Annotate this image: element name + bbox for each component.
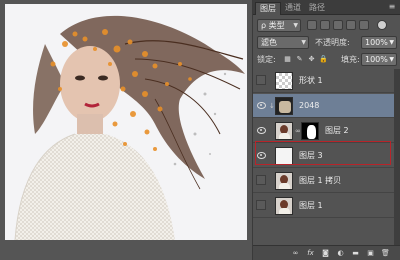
layer-name: 图层 2: [325, 126, 349, 135]
layer-thumbnail: [275, 72, 293, 90]
fill-field[interactable]: 100% ▼: [361, 53, 397, 66]
trash-icon[interactable]: 🗑: [381, 249, 390, 258]
opacity-label: 不透明度:: [315, 38, 350, 47]
layer-row[interactable]: 图层 1: [253, 194, 395, 218]
layer-thumbnail: [275, 197, 293, 215]
layer-thumbnail: [275, 97, 293, 115]
blend-opacity-row: 滤色 ▼ 不透明度: 100% ▼: [253, 36, 400, 51]
folder-icon[interactable]: ▬: [351, 249, 360, 258]
opacity-value: 100%: [365, 38, 388, 47]
lock-fill-row: 锁定: ▦ ✎ ✥ 🔒 填充: 100% ▼: [253, 53, 400, 68]
link-icon[interactable]: ∞: [291, 249, 300, 258]
visibility-toggle[interactable]: [256, 200, 266, 210]
mask-icon[interactable]: ◙: [321, 249, 330, 258]
dispersion-portrait-artwork: [14, 15, 245, 240]
visibility-toggle[interactable]: [256, 75, 266, 85]
adjustment-icon[interactable]: ◐: [336, 249, 345, 258]
opacity-field[interactable]: 100% ▼: [361, 36, 397, 49]
lock-pixels-icon[interactable]: ✎: [295, 55, 304, 64]
lock-position-icon[interactable]: ✥: [307, 55, 316, 64]
layer-thumbnail: [275, 172, 293, 190]
layer-row[interactable]: ∞ 图层 2: [253, 119, 395, 143]
filter-type-icon[interactable]: [333, 20, 343, 30]
document-canvas[interactable]: [5, 4, 247, 240]
fill-value: 100%: [365, 55, 388, 64]
panel-tab-bar: 图层 通道 路径 ≡: [253, 0, 400, 15]
new-layer-icon[interactable]: ▣: [366, 249, 375, 258]
layer-mask-thumbnail[interactable]: [301, 122, 319, 140]
layers-bottom-toolbar: ∞ fx ◙ ◐ ▬ ▣ 🗑: [253, 245, 400, 260]
layer-name: 图层 1: [299, 201, 323, 210]
filter-kind-select[interactable]: ρ 类型 ▼: [257, 19, 301, 32]
layer-name: 图层 1 拷贝: [299, 176, 342, 185]
layers-panel: 图层 通道 路径 ≡ ρ 类型 ▼ 滤色 ▼ 不透明度: 100% ▼ 锁定: ▦ ✎…: [252, 0, 400, 260]
fill-label: 填充:: [341, 55, 360, 64]
filter-smartobject-icon[interactable]: [359, 20, 369, 30]
lock-label: 锁定:: [257, 55, 276, 64]
filter-shape-icon[interactable]: [346, 20, 356, 30]
layer-row[interactable]: ↓ 2048: [253, 94, 395, 118]
layer-name: 2048: [299, 101, 320, 110]
filter-adjustment-icon[interactable]: [320, 20, 330, 30]
filter-kind-label: ρ 类型: [261, 21, 285, 30]
visibility-toggle[interactable]: [256, 175, 266, 185]
visibility-eye-icon[interactable]: [256, 125, 266, 135]
highlight-annotation-box: [255, 141, 391, 165]
layer-row[interactable]: 图层 1 拷贝: [253, 169, 395, 193]
lock-transparency-icon[interactable]: ▦: [283, 55, 292, 64]
fx-icon[interactable]: fx: [306, 249, 315, 258]
blend-mode-select[interactable]: 滤色 ▼: [257, 36, 309, 49]
layer-row[interactable]: 形状 1: [253, 69, 395, 93]
tab-paths[interactable]: 路径: [305, 2, 329, 15]
blend-mode-label: 滤色: [261, 38, 277, 47]
layer-filter-row: ρ 类型 ▼: [253, 19, 400, 34]
layer-name: 形状 1: [299, 76, 323, 85]
panel-menu-icon[interactable]: ≡: [387, 2, 397, 12]
filter-toggle-icon[interactable]: [377, 20, 387, 30]
visibility-eye-icon[interactable]: [256, 100, 266, 110]
tab-channels[interactable]: 通道: [281, 2, 305, 15]
lock-all-icon[interactable]: 🔒: [319, 55, 328, 64]
filter-pixel-icon[interactable]: [307, 20, 317, 30]
layers-scrollbar[interactable]: [394, 69, 400, 245]
canvas-area[interactable]: [0, 0, 252, 260]
layer-thumbnail: [275, 122, 293, 140]
tab-layers[interactable]: 图层: [255, 2, 281, 15]
